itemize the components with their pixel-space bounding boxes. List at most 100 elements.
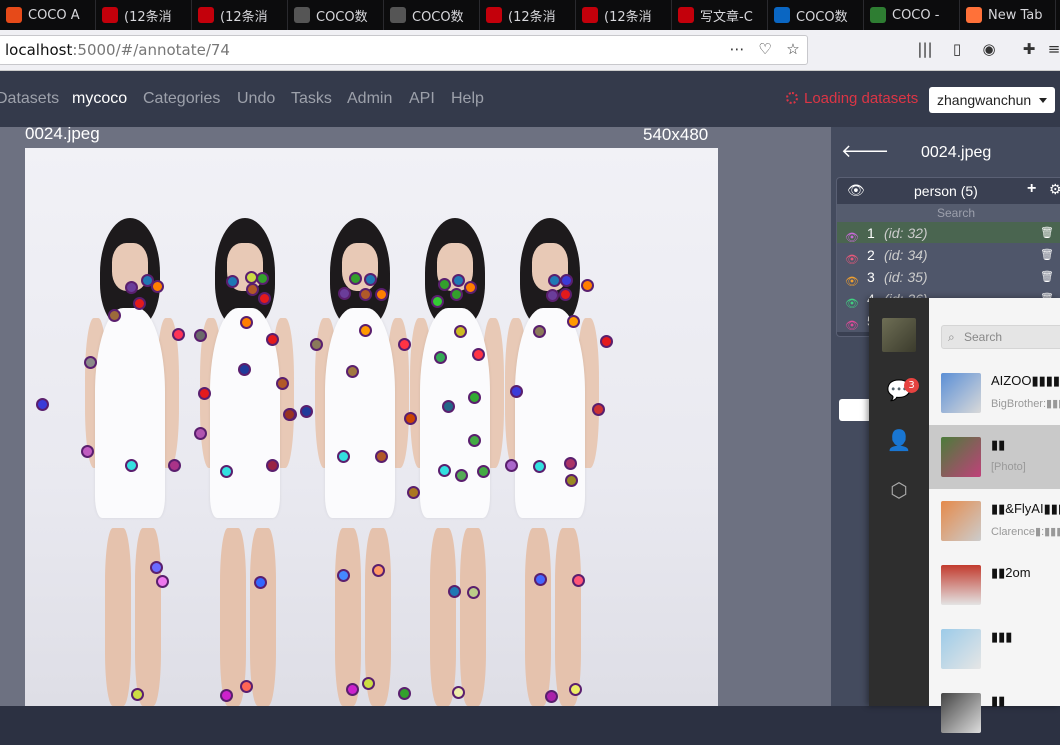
keypoint-marker[interactable] — [349, 272, 362, 285]
keypoint-marker[interactable] — [240, 316, 253, 329]
keypoint-marker[interactable] — [431, 295, 444, 308]
nav-api[interactable]: API — [409, 90, 435, 108]
keypoint-marker[interactable] — [434, 351, 447, 364]
sidebar-icon[interactable]: ▯ — [948, 40, 966, 58]
extensions-icon[interactable]: ✚ — [1020, 40, 1038, 58]
user-dropdown[interactable]: zhangwanchun — [929, 87, 1055, 113]
keypoint-marker[interactable] — [337, 569, 350, 582]
browser-tab[interactable]: 写文章-C — [672, 0, 768, 30]
keypoint-marker[interactable] — [240, 680, 253, 693]
more-icon[interactable]: ⋯ — [728, 40, 746, 58]
favorites-cube-icon[interactable]: ⬡ — [885, 478, 913, 506]
menu-icon[interactable]: ≡ — [1045, 40, 1060, 58]
add-annotation-icon[interactable]: + — [1027, 180, 1036, 198]
keypoint-marker[interactable] — [569, 683, 582, 696]
keypoint-marker[interactable] — [592, 403, 605, 416]
keypoint-marker[interactable] — [438, 464, 451, 477]
keypoint-marker[interactable] — [398, 687, 411, 700]
nav-mycoco[interactable]: mycoco — [72, 90, 127, 108]
keypoint-marker[interactable] — [442, 400, 455, 413]
keypoint-marker[interactable] — [337, 450, 350, 463]
nav-categories[interactable]: Categories — [143, 90, 220, 108]
keypoint-marker[interactable] — [572, 574, 585, 587]
keypoint-marker[interactable] — [364, 273, 377, 286]
keypoint-marker[interactable] — [172, 328, 185, 341]
annotation-row[interactable]: 👁 3 (id: 35) 🗑 — [837, 266, 1060, 288]
browser-tab[interactable]: COCO - — [864, 0, 960, 30]
browser-tab[interactable]: COCO数 — [288, 0, 384, 30]
keypoint-marker[interactable] — [567, 315, 580, 328]
library-icon[interactable]: ||| — [916, 40, 934, 58]
keypoint-marker[interactable] — [125, 459, 138, 472]
conversation-item[interactable]: ▮▮&FlyAI▮▮▮▮ Clarence▮:▮▮▮▮ — [929, 489, 1060, 553]
keypoint-marker[interactable] — [477, 465, 490, 478]
browser-tab[interactable]: (12条消 — [192, 0, 288, 30]
keypoint-marker[interactable] — [464, 281, 477, 294]
keypoint-marker[interactable] — [81, 445, 94, 458]
keypoint-marker[interactable] — [452, 686, 465, 699]
keypoint-marker[interactable] — [108, 309, 121, 322]
browser-tab[interactable]: (12条消 — [576, 0, 672, 30]
browser-tab[interactable]: (12条消 — [480, 0, 576, 30]
keypoint-marker[interactable] — [276, 377, 289, 390]
keypoint-marker[interactable] — [600, 335, 613, 348]
keypoint-marker[interactable] — [472, 348, 485, 361]
keypoint-marker[interactable] — [407, 486, 420, 499]
keypoint-marker[interactable] — [131, 688, 144, 701]
eye-icon[interactable]: 👁 — [847, 182, 865, 199]
annotation-canvas-area[interactable]: 0024.jpeg 540x480 — [0, 124, 831, 706]
conversation-item[interactable]: ▮▮2om — [929, 553, 1060, 617]
keypoint-marker[interactable] — [310, 338, 323, 351]
browser-tab[interactable]: New Tab — [960, 0, 1056, 30]
nav-help[interactable]: Help — [451, 90, 484, 108]
keypoint-marker[interactable] — [346, 683, 359, 696]
conversation-item[interactable]: ▮▮ [Photo] — [929, 425, 1060, 489]
avatar[interactable] — [882, 318, 916, 352]
keypoint-marker[interactable] — [266, 459, 279, 472]
keypoint-marker[interactable] — [246, 283, 259, 296]
trash-icon[interactable]: 🗑 — [1040, 266, 1054, 288]
browser-tab[interactable]: COCO数 — [384, 0, 480, 30]
nav-undo[interactable]: Undo — [237, 90, 275, 108]
keypoint-marker[interactable] — [258, 292, 271, 305]
trash-icon[interactable]: 🗑 — [1040, 222, 1054, 244]
keypoint-marker[interactable] — [372, 564, 385, 577]
url-bar[interactable]: localhost:5000/#/annotate/74 — [0, 35, 808, 65]
conversation-item[interactable]: ▮▮▮ — [929, 617, 1060, 681]
keypoint-marker[interactable] — [125, 281, 138, 294]
keypoint-marker[interactable] — [220, 689, 233, 702]
keypoint-marker[interactable] — [375, 450, 388, 463]
browser-tab[interactable]: COCO A — [0, 0, 96, 30]
keypoint-marker[interactable] — [194, 427, 207, 440]
keypoint-marker[interactable] — [448, 585, 461, 598]
pocket-icon[interactable]: ♡ — [756, 40, 774, 58]
nav-admin[interactable]: Admin — [347, 90, 392, 108]
back-arrow-icon[interactable]: 🡐 — [841, 141, 889, 162]
keypoint-marker[interactable] — [438, 278, 451, 291]
keypoint-marker[interactable] — [156, 575, 169, 588]
gear-icon[interactable]: ⚙ — [1049, 181, 1060, 198]
keypoint-marker[interactable] — [533, 460, 546, 473]
keypoint-marker[interactable] — [283, 408, 296, 421]
nav-datasets[interactable]: Datasets — [0, 90, 59, 108]
keypoint-marker[interactable] — [338, 287, 351, 300]
trash-icon[interactable]: 🗑 — [1040, 244, 1054, 266]
keypoint-marker[interactable] — [505, 459, 518, 472]
chat-search-input[interactable]: ⌕ Search — [941, 325, 1060, 349]
keypoint-marker[interactable] — [150, 561, 163, 574]
keypoint-marker[interactable] — [36, 398, 49, 411]
annotation-row[interactable]: 👁 1 (id: 32) 🗑 — [837, 222, 1060, 244]
keypoint-marker[interactable] — [133, 297, 146, 310]
keypoint-marker[interactable] — [359, 288, 372, 301]
contacts-icon[interactable]: 👤 — [885, 428, 913, 456]
keypoint-marker[interactable] — [168, 459, 181, 472]
bookmark-star-icon[interactable]: ☆ — [784, 40, 802, 58]
keypoint-marker[interactable] — [545, 690, 558, 703]
browser-tab[interactable]: COCO数 — [768, 0, 864, 30]
annotation-row[interactable]: 👁 2 (id: 34) 🗑 — [837, 244, 1060, 266]
keypoint-marker[interactable] — [194, 329, 207, 342]
eye-icon[interactable]: 👁 — [845, 315, 859, 336]
keypoint-marker[interactable] — [467, 586, 480, 599]
keypoint-marker[interactable] — [198, 387, 211, 400]
keypoint-marker[interactable] — [533, 325, 546, 338]
